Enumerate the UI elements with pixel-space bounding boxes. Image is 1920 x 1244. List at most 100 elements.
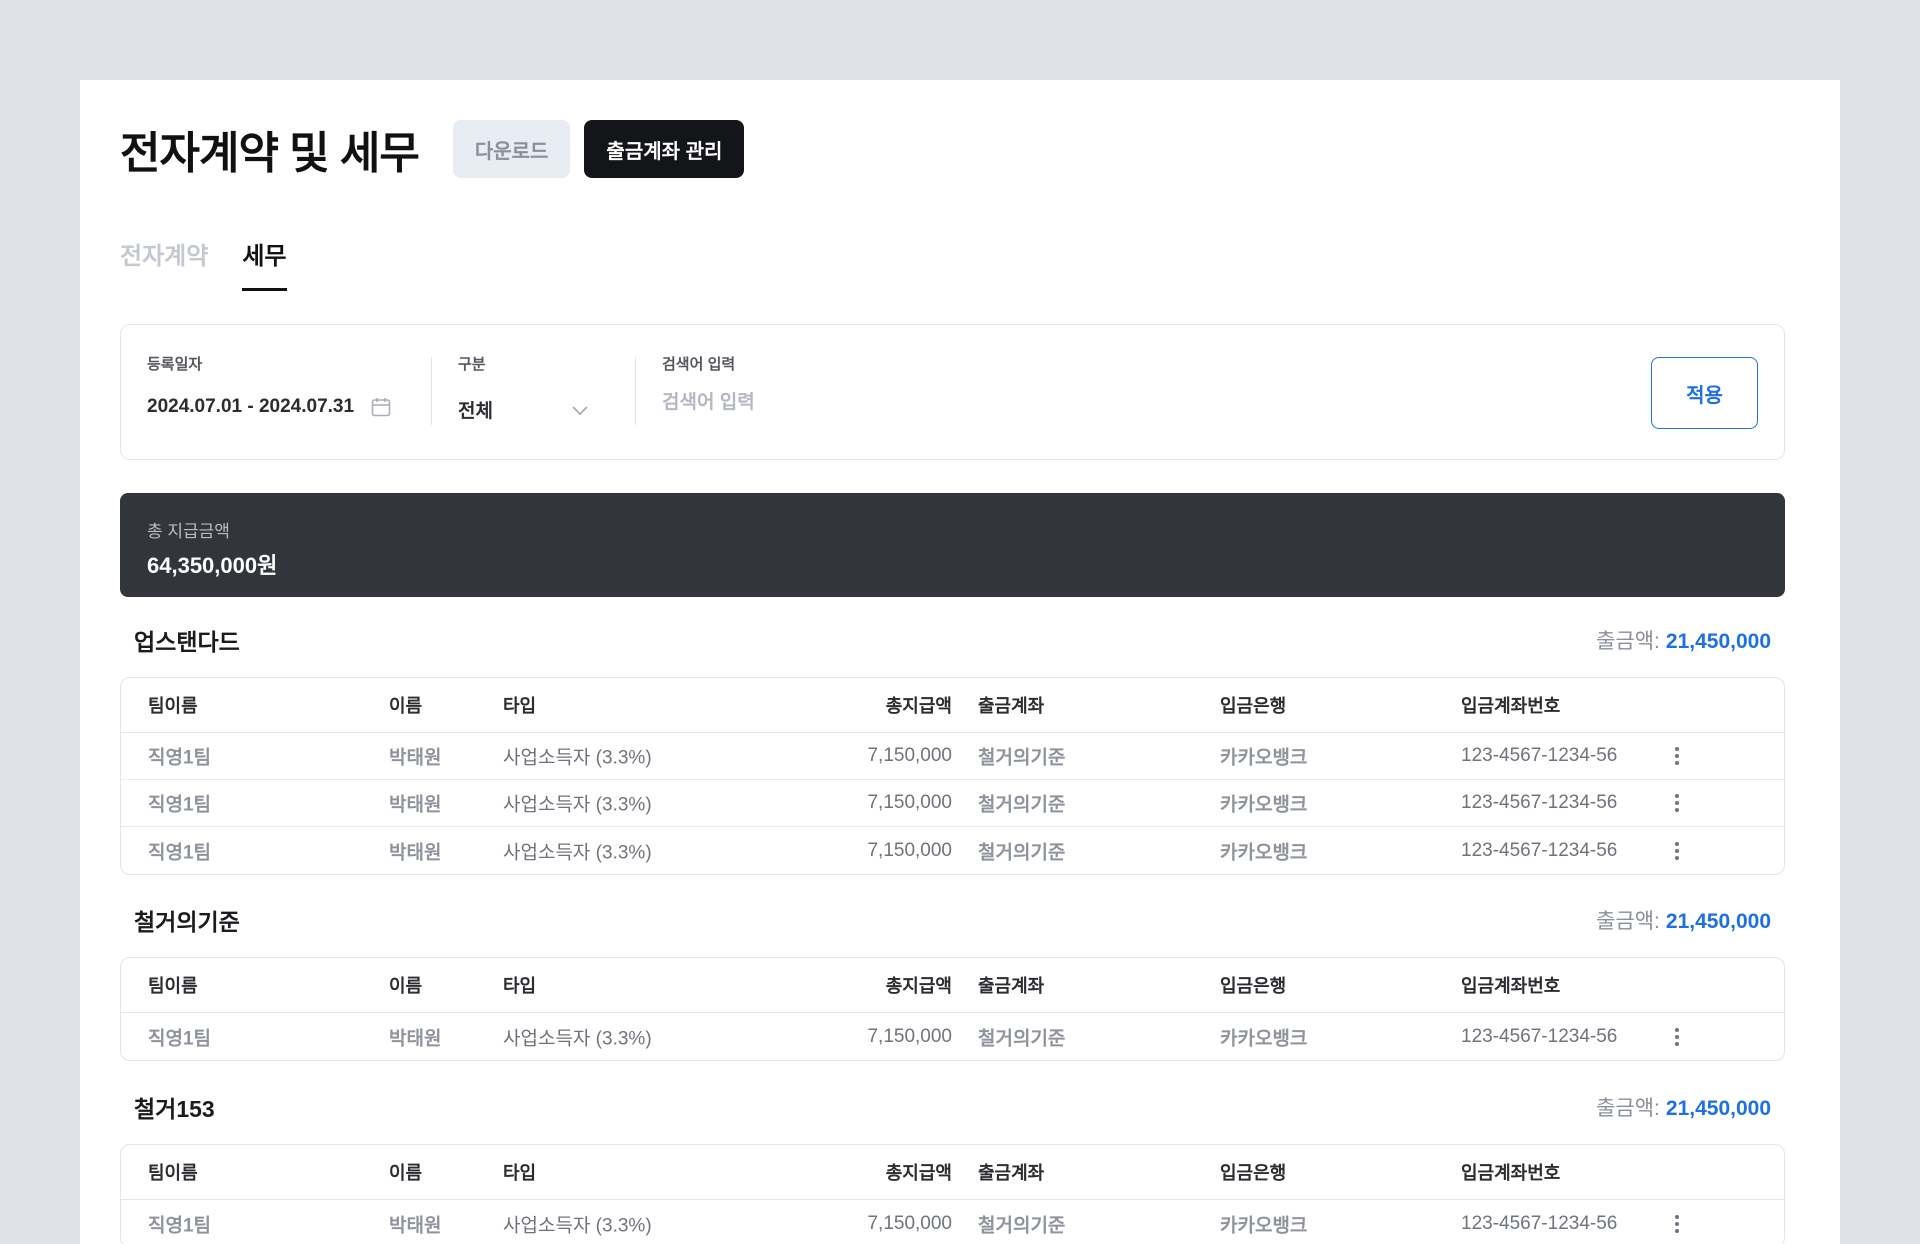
- col-name: 이름: [389, 976, 423, 996]
- col-out-account: 출금계좌: [978, 976, 1045, 996]
- table-row[interactable]: 직영1팀 박태원 사업소득자 (3.3%) 7,150,000 철거의기준 카카…: [121, 1013, 1784, 1060]
- group-header: 철거153 출금액: 21,450,000: [120, 1090, 1785, 1124]
- col-total: 총지급액: [885, 1163, 952, 1183]
- col-out-account: 출금계좌: [978, 696, 1045, 716]
- payment-table: 팀이름 이름 타입 총지급액 출금계좌 입금은행 입금계좌번호 직영1팀 박태원…: [120, 957, 1785, 1061]
- cell-out-account: 철거의기준: [978, 1028, 1066, 1049]
- more-vertical-icon[interactable]: [1665, 1212, 1689, 1236]
- table-row[interactable]: 직영1팀 박태원 사업소득자 (3.3%) 7,150,000 철거의기준 카카…: [121, 733, 1784, 780]
- group-section: 업스탠다드 출금액: 21,450,000 팀이름 이름 타입 총지급액 출금계좌…: [120, 623, 1785, 875]
- cell-bank: 카카오뱅크: [1220, 1215, 1308, 1236]
- more-vertical-icon[interactable]: [1665, 791, 1689, 815]
- cell-type: 사업소득자 (3.3%): [503, 794, 652, 816]
- table-body: 직영1팀 박태원 사업소득자 (3.3%) 7,150,000 철거의기준 카카…: [121, 1013, 1784, 1060]
- date-range-picker[interactable]: 2024.07.01 - 2024.07.31: [147, 396, 431, 418]
- col-total: 총지급액: [885, 976, 952, 996]
- group-amount-value: 21,450,000: [1665, 630, 1771, 653]
- col-total: 총지급액: [885, 696, 952, 716]
- cell-name: 박태원: [389, 1028, 442, 1049]
- group-header: 업스탠다드 출금액: 21,450,000: [120, 623, 1785, 657]
- col-type: 타입: [503, 976, 537, 996]
- account-manage-button[interactable]: 출금계좌 관리: [584, 120, 745, 178]
- cell-type: 사업소득자 (3.3%): [503, 1028, 652, 1049]
- table-header: 팀이름 이름 타입 총지급액 출금계좌 입금은행 입금계좌번호: [121, 958, 1784, 1013]
- date-filter-label: 등록일자: [147, 356, 203, 373]
- cell-account-no: 123-4567-1234-56: [1461, 745, 1618, 766]
- tab-tax[interactable]: 세무: [242, 236, 287, 291]
- cell-type: 사업소득자 (3.3%): [503, 747, 652, 769]
- cell-out-account: 철거의기준: [978, 747, 1066, 769]
- cell-total: 7,150,000: [867, 1025, 952, 1047]
- col-account-no: 입금계좌번호: [1461, 696, 1561, 716]
- col-team: 팀이름: [148, 696, 198, 716]
- cell-name: 박태원: [389, 1215, 442, 1236]
- search-filter: 검색어 입력: [636, 325, 1784, 459]
- group-amount: 출금액: 21,450,000: [1596, 905, 1771, 935]
- filter-panel: 등록일자 2024.07.01 - 2024.07.31 구분 전체 검색어 입…: [120, 324, 1785, 460]
- cell-type: 사업소득자 (3.3%): [503, 1215, 652, 1236]
- more-vertical-icon[interactable]: [1665, 744, 1689, 768]
- chevron-down-icon: [569, 399, 591, 421]
- cell-out-account: 철거의기준: [978, 1215, 1066, 1236]
- col-account-no: 입금계좌번호: [1461, 976, 1561, 996]
- table-row[interactable]: 직영1팀 박태원 사업소득자 (3.3%) 7,150,000 철거의기준 카카…: [121, 827, 1784, 874]
- group-amount-label: 출금액:: [1596, 910, 1660, 933]
- cell-team: 직영1팀: [148, 1028, 212, 1049]
- page-header: 전자계약 및 세무 다운로드 출금계좌 관리: [120, 120, 745, 178]
- calendar-icon[interactable]: [370, 396, 392, 418]
- category-select[interactable]: 전체: [458, 396, 635, 423]
- cell-account-no: 123-4567-1234-56: [1461, 1025, 1618, 1047]
- cell-out-account: 철거의기준: [978, 842, 1066, 863]
- cell-account-no: 123-4567-1234-56: [1461, 1212, 1618, 1234]
- category-select-value: 전체: [458, 401, 493, 422]
- table-body: 직영1팀 박태원 사업소득자 (3.3%) 7,150,000 철거의기준 카카…: [121, 1200, 1784, 1244]
- group-name: 철거153: [134, 1096, 215, 1122]
- cell-name: 박태원: [389, 794, 442, 816]
- group-amount-label: 출금액:: [1596, 630, 1660, 653]
- total-summary-bar: 총 지급금액 64,350,000원: [120, 493, 1785, 597]
- col-type: 타입: [503, 1163, 537, 1183]
- group-name: 업스탠다드: [134, 629, 240, 655]
- payment-table: 팀이름 이름 타입 총지급액 출금계좌 입금은행 입금계좌번호 직영1팀 박태원…: [120, 1144, 1785, 1244]
- download-button[interactable]: 다운로드: [452, 120, 571, 178]
- cell-account-no: 123-4567-1234-56: [1461, 839, 1618, 861]
- col-bank: 입금은행: [1220, 1163, 1287, 1183]
- cell-name: 박태원: [389, 747, 442, 769]
- payment-table: 팀이름 이름 타입 총지급액 출금계좌 입금은행 입금계좌번호 직영1팀 박태원…: [120, 677, 1785, 875]
- cell-out-account: 철거의기준: [978, 794, 1066, 816]
- col-bank: 입금은행: [1220, 696, 1287, 716]
- group-amount-label: 출금액:: [1596, 1097, 1660, 1120]
- group-header: 철거의기준 출금액: 21,450,000: [120, 903, 1785, 937]
- category-filter-label: 구분: [458, 356, 486, 373]
- table-row[interactable]: 직영1팀 박태원 사업소득자 (3.3%) 7,150,000 철거의기준 카카…: [121, 780, 1784, 827]
- col-type: 타입: [503, 696, 537, 716]
- main-card: 전자계약 및 세무 다운로드 출금계좌 관리 전자계약 세무 등록일자 2024…: [80, 80, 1840, 1244]
- group-section: 철거의기준 출금액: 21,450,000 팀이름 이름 타입 총지급액 출금계좌…: [120, 903, 1785, 1061]
- cell-bank: 카카오뱅크: [1220, 794, 1308, 816]
- col-out-account: 출금계좌: [978, 1163, 1045, 1183]
- cell-team: 직영1팀: [148, 794, 212, 816]
- table-header: 팀이름 이름 타입 총지급액 출금계좌 입금은행 입금계좌번호: [121, 1145, 1784, 1200]
- more-vertical-icon[interactable]: [1665, 839, 1689, 863]
- cell-total: 7,150,000: [867, 839, 952, 861]
- apply-button[interactable]: 적용: [1651, 357, 1758, 429]
- col-team: 팀이름: [148, 976, 198, 996]
- col-team: 팀이름: [148, 1163, 198, 1183]
- table-row[interactable]: 직영1팀 박태원 사업소득자 (3.3%) 7,150,000 철거의기준 카카…: [121, 1200, 1784, 1244]
- page-title: 전자계약 및 세무: [120, 129, 420, 178]
- group-name: 철거의기준: [134, 909, 240, 935]
- cell-name: 박태원: [389, 842, 442, 863]
- col-bank: 입금은행: [1220, 976, 1287, 996]
- group-amount: 출금액: 21,450,000: [1596, 625, 1771, 655]
- table-header: 팀이름 이름 타입 총지급액 출금계좌 입금은행 입금계좌번호: [121, 678, 1784, 733]
- cell-team: 직영1팀: [148, 1215, 212, 1236]
- tab-e-contract[interactable]: 전자계약: [120, 236, 208, 291]
- more-vertical-icon[interactable]: [1665, 1025, 1689, 1049]
- search-filter-label: 검색어 입력: [662, 356, 736, 373]
- search-input[interactable]: [662, 392, 1262, 414]
- group-amount-value: 21,450,000: [1665, 910, 1771, 933]
- cell-total: 7,150,000: [867, 745, 952, 766]
- tab-bar: 전자계약 세무: [120, 236, 287, 291]
- cell-team: 직영1팀: [148, 842, 212, 863]
- group-amount-value: 21,450,000: [1665, 1097, 1771, 1120]
